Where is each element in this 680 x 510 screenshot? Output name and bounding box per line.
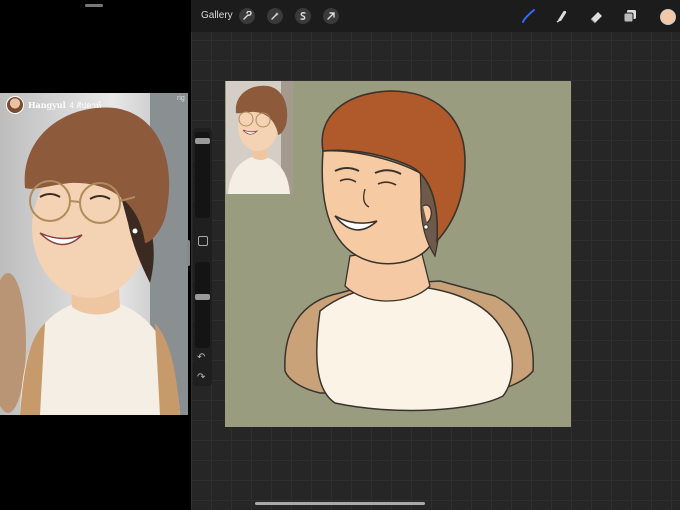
undo-icon[interactable]: ↶ xyxy=(197,352,205,363)
gallery-button[interactable]: Gallery xyxy=(201,10,233,21)
smudge-icon[interactable] xyxy=(553,8,571,24)
home-indicator[interactable] xyxy=(255,502,425,505)
reference-photo-image xyxy=(0,93,188,415)
top-toolbar: Gallery xyxy=(191,0,680,32)
split-view-left-app: Hangyul 4 สัปดาห์ rig xyxy=(0,0,188,510)
color-picker-swatch[interactable] xyxy=(660,9,676,25)
brush-opacity-thumb[interactable] xyxy=(195,294,210,300)
story-username[interactable]: Hangyul xyxy=(28,100,66,110)
brush-icon[interactable] xyxy=(519,8,537,24)
story-header: Hangyul 4 สัปดาห์ xyxy=(6,96,101,114)
eraser-icon[interactable] xyxy=(587,8,605,24)
brush-size-thumb[interactable] xyxy=(195,138,210,145)
story-date: 4 สัปดาห์ xyxy=(69,100,102,110)
modify-button[interactable] xyxy=(198,236,208,246)
avatar[interactable] xyxy=(6,96,24,114)
brush-opacity-slider[interactable] xyxy=(195,262,210,348)
wrench-icon[interactable] xyxy=(239,8,255,24)
story-photo xyxy=(0,93,188,415)
reference-window[interactable] xyxy=(226,81,293,194)
magic-wand-icon[interactable] xyxy=(267,8,283,24)
split-view-divider[interactable] xyxy=(187,240,190,266)
story-corner-text: rig xyxy=(177,95,185,102)
reference-thumbnail-image xyxy=(226,81,293,194)
transform-arrow-icon[interactable] xyxy=(323,8,339,24)
selection-icon[interactable] xyxy=(295,8,311,24)
brush-size-slider[interactable] xyxy=(195,132,210,218)
multitask-handle[interactable] xyxy=(85,4,103,7)
redo-icon[interactable]: ↷ xyxy=(197,372,205,383)
layers-icon[interactable] xyxy=(621,8,639,24)
